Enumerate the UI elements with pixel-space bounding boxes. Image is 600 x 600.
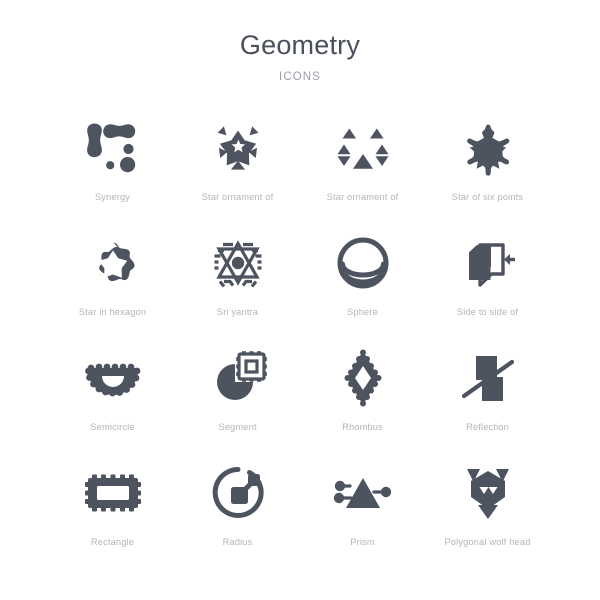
star-in-hexagon-icon (77, 227, 149, 299)
icon-cell-prism[interactable]: Prism (300, 453, 425, 568)
icon-cell-star-ornament-split[interactable]: Star ornament of (300, 108, 425, 223)
icon-cell-star-ornament-filled[interactable]: Star ornament of (175, 108, 300, 223)
icon-label: Sphere (347, 307, 378, 317)
icon-sheet-page: Geometry icons Synergy (0, 0, 600, 600)
star-ornament-outline-triangles-icon (327, 112, 399, 184)
page-header: Geometry icons (0, 0, 600, 83)
rhombus-icon (327, 342, 399, 414)
sphere-icon (327, 227, 399, 299)
icon-label: Rhombus (342, 422, 383, 432)
segment-icon (202, 342, 274, 414)
star-ornament-triangles-icon (202, 112, 274, 184)
icon-label: Synergy (94, 192, 131, 202)
icon-label: Star in hexagon (78, 307, 147, 317)
page-title: Geometry (239, 30, 361, 60)
icon-label: Side to side of (456, 307, 519, 317)
icon-label: Rectangle (90, 537, 135, 547)
icon-label: Star ornament of (201, 192, 274, 202)
icon-label: Reflection (466, 422, 509, 432)
icon-label: Semicircle (90, 422, 135, 432)
polygonal-wolf-head-icon (452, 457, 524, 529)
icon-cell-star-of-six-points[interactable]: Star of six points (425, 108, 550, 223)
icon-cell-star-in-hexagon[interactable]: Star in hexagon (50, 223, 175, 338)
icon-label: Polygonal wolf head (444, 537, 531, 547)
icon-label: Star ornament of (326, 192, 399, 202)
icon-cell-synergy[interactable]: Synergy (50, 108, 175, 223)
icon-cell-rectangle[interactable]: Rectangle (50, 453, 175, 568)
reflection-icon (452, 342, 524, 414)
icon-label: Star of six points (451, 192, 524, 202)
icon-label: Segment (218, 422, 257, 432)
icon-cell-sphere[interactable]: Sphere (300, 223, 425, 338)
prism-icon (327, 457, 399, 529)
icon-cell-segment[interactable]: Segment (175, 338, 300, 453)
icon-grid: Synergy Star ornament of Star ornament o… (50, 108, 550, 568)
sri-yantra-icon (202, 227, 274, 299)
page-subtitle: icons (279, 71, 321, 83)
icon-cell-semicircle[interactable]: Semicircle (50, 338, 175, 453)
icon-label: Prism (350, 537, 375, 547)
star-of-six-points-icon (452, 112, 524, 184)
icon-cell-reflection[interactable]: Reflection (425, 338, 550, 453)
icon-cell-radius[interactable]: Radius (175, 453, 300, 568)
icon-cell-side-to-side-of[interactable]: Side to side of (425, 223, 550, 338)
semicircle-icon (77, 342, 149, 414)
side-to-side-of-icon (452, 227, 524, 299)
icon-cell-sri-yantra[interactable]: Sri yantra (175, 223, 300, 338)
radius-icon (202, 457, 274, 529)
rectangle-icon (77, 457, 149, 529)
icon-label: Sri yantra (216, 307, 259, 317)
icon-cell-polygonal-wolf-head[interactable]: Polygonal wolf head (425, 453, 550, 568)
icon-cell-rhombus[interactable]: Rhombus (300, 338, 425, 453)
icon-label: Radius (222, 537, 253, 547)
synergy-icon (77, 112, 149, 184)
